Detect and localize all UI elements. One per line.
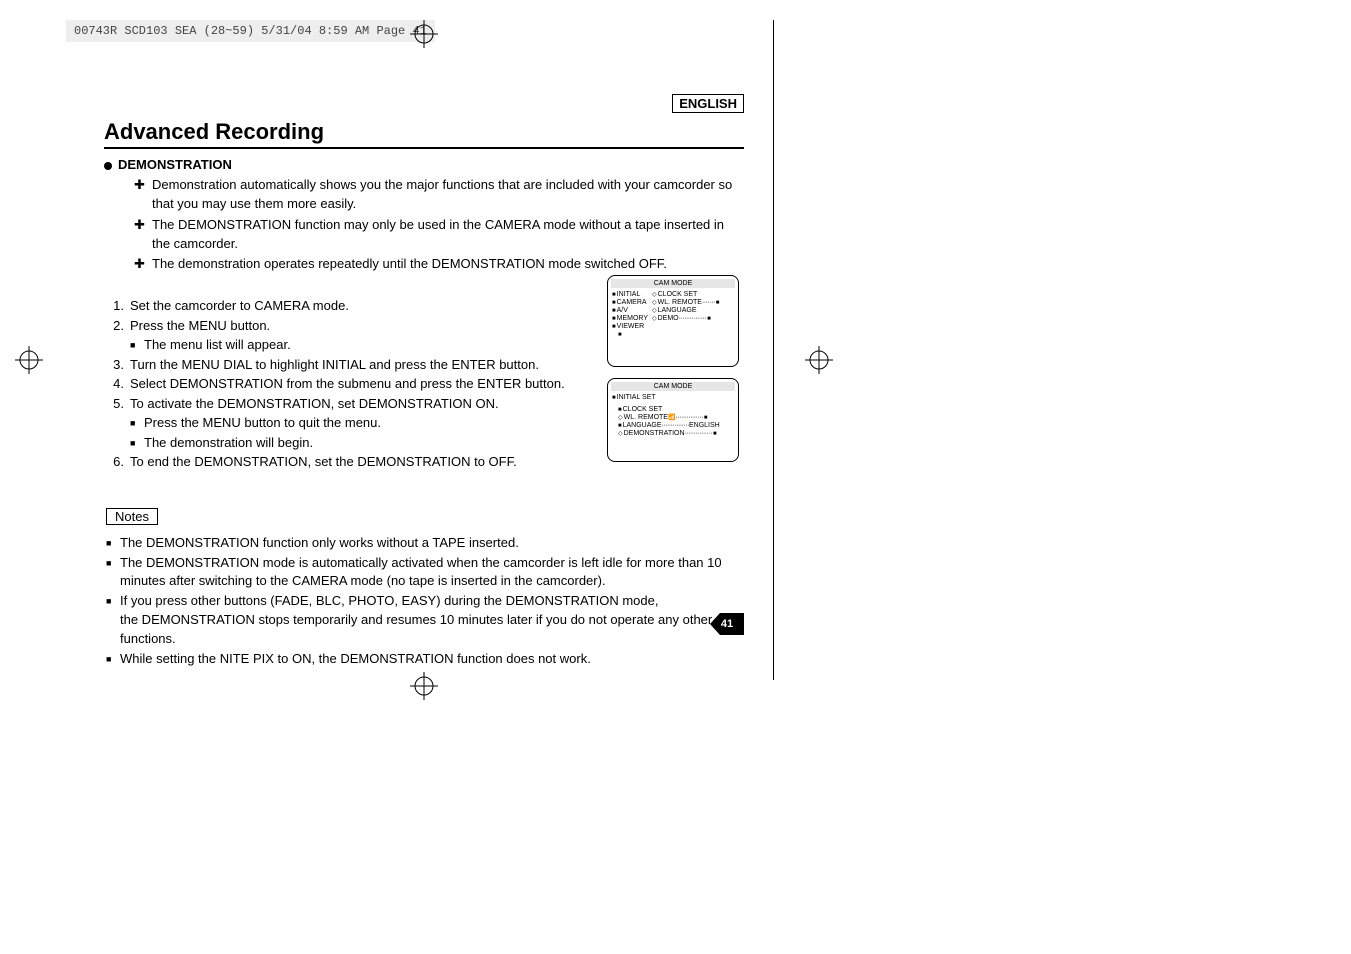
square-bullet-icon: [106, 554, 120, 573]
page-title: Advanced Recording: [104, 119, 744, 145]
registration-mark-icon: [410, 672, 438, 700]
note-text: The DEMONSTRATION mode is automatically …: [120, 554, 744, 592]
bullet-icon: [104, 162, 112, 170]
intro-item: Demonstration automatically shows you th…: [152, 176, 744, 214]
registration-mark-icon: [410, 20, 438, 48]
step-text: Set the camcorder to CAMERA mode.: [130, 296, 349, 316]
substep-text: Press the MENU button to quit the menu.: [144, 413, 381, 433]
step-text: To end the DEMONSTRATION, set the DEMONS…: [130, 452, 517, 472]
square-bullet-icon: [106, 592, 120, 611]
note-text: The DEMONSTRATION function only works wi…: [120, 534, 519, 553]
notes-list: The DEMONSTRATION function only works wi…: [106, 534, 744, 669]
lcd-title: CAM MODE: [611, 279, 735, 288]
note-text: If you press other buttons (FADE, BLC, P…: [120, 592, 744, 649]
registration-mark-icon: [15, 346, 43, 374]
substep-text: The demonstration will begin.: [144, 433, 313, 453]
square-bullet-icon: [130, 433, 144, 453]
plus-icon: ✚: [134, 255, 152, 274]
notes-heading: Notes: [106, 508, 158, 525]
title-rule: [104, 147, 744, 149]
section-heading: DEMONSTRATION: [104, 157, 744, 172]
remote-icon: [668, 414, 675, 421]
intro-item: The DEMONSTRATION function may only be u…: [152, 216, 744, 254]
plus-icon: ✚: [134, 176, 152, 195]
section-heading-text: DEMONSTRATION: [118, 157, 232, 172]
lcd-title: CAM MODE: [611, 382, 735, 391]
plus-icon: ✚: [134, 216, 152, 235]
square-bullet-icon: [130, 413, 144, 433]
lcd-screen-submenu: CAM MODE INITIAL SET CLOCK SET WL. REMOT…: [607, 378, 739, 462]
square-bullet-icon: [106, 650, 120, 669]
note-text: While setting the NITE PIX to ON, the DE…: [120, 650, 591, 669]
registration-mark-icon: [805, 346, 833, 374]
step-text: Turn the MENU DIAL to highlight INITIAL …: [130, 355, 539, 375]
lcd-screen-main-menu: CAM MODE INITIALCLOCK SET CAMERAWL. REMO…: [607, 275, 739, 367]
print-slug: 00743R SCD103 SEA (28~59) 5/31/04 8:59 A…: [66, 20, 435, 42]
page-number: 41: [710, 613, 744, 635]
square-bullet-icon: [130, 335, 144, 355]
language-badge: ENGLISH: [672, 94, 744, 113]
intro-item: The demonstration operates repeatedly un…: [152, 255, 667, 274]
substep-text: The menu list will appear.: [144, 335, 291, 355]
fold-line: [773, 20, 774, 680]
intro-list: ✚Demonstration automatically shows you t…: [134, 176, 744, 274]
step-text: Press the MENU button.: [130, 316, 270, 336]
lcd-subtitle: INITIAL SET: [617, 394, 656, 401]
square-bullet-icon: [106, 534, 120, 553]
step-text: To activate the DEMONSTRATION, set DEMON…: [130, 394, 499, 414]
step-text: Select DEMONSTRATION from the submenu an…: [130, 374, 565, 394]
